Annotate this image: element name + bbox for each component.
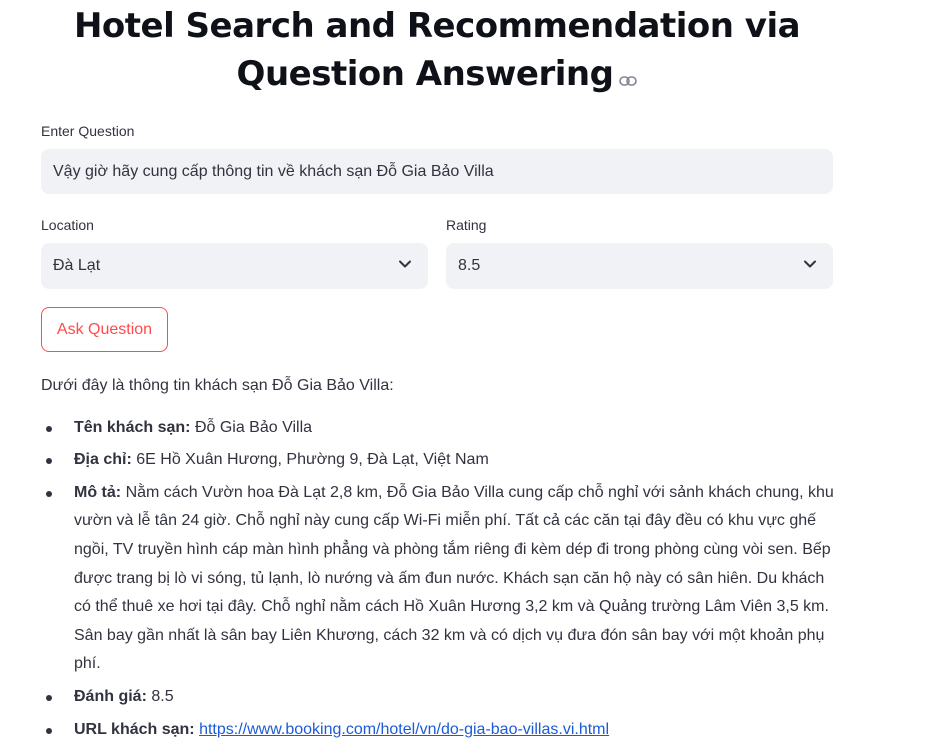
page-title: Hotel Search and Recommendation via Ques… [41,2,833,100]
hotel-url-link[interactable]: https://www.booking.com/hotel/vn/do-gia-… [199,721,609,738]
item-value: 6E Hồ Xuân Hương, Phường 9, Đà Lạt, Việt… [136,451,489,469]
answer-intro: Dưới đây là thông tin khách sạn Đỗ Gia B… [41,377,394,394]
item-key: Tên khách sạn: [74,418,191,436]
location-select-value: Đà Lạt [53,257,101,274]
location-select[interactable]: Đà Lạt [41,243,428,289]
page-title-line2: Question Answering [236,54,614,94]
list-item: Đánh giá: 8.5 [46,683,841,712]
link-icon[interactable] [619,52,638,100]
page-title-line1: Hotel Search and Recommendation via [73,6,801,46]
item-key: Mô tả: [74,483,122,501]
question-input-value: Vậy giờ hãy cung cấp thông tin về khách … [53,162,494,180]
item-key: URL khách sạn: [74,720,195,738]
item-key: Đánh giá: [74,687,147,705]
item-value: 8.5 [151,687,174,705]
chevron-down-icon [803,257,817,276]
ask-question-button[interactable]: Ask Question [41,307,168,352]
item-key: Địa chỉ: [74,451,132,469]
list-item: URL khách sạn: https://www.booking.com/h… [46,716,841,745]
item-value: Đỗ Gia Bảo Villa [194,418,313,436]
answer-block: Dưới đây là thông tin khách sạn Đỗ Gia B… [41,372,841,748]
rating-select[interactable]: 8.5 [446,243,833,289]
location-label: Location [41,217,94,233]
question-input[interactable]: Vậy giờ hãy cung cấp thông tin về khách … [41,149,833,194]
list-item: Địa chỉ: 6E Hồ Xuân Hương, Phường 9, Đà … [46,446,841,475]
list-item: Tên khách sạn: Đỗ Gia Bảo Villa [46,414,841,443]
answer-list: Tên khách sạn: Đỗ Gia Bảo Villa Địa chỉ:… [41,414,841,745]
list-item: Mô tả: Nằm cách Vườn hoa Đà Lạt 2,8 km, … [46,479,841,679]
question-label: Enter Question [41,123,135,139]
rating-select-value: 8.5 [458,257,481,274]
item-value: Nằm cách Vườn hoa Đà Lạt 2,8 km, Đỗ Gia … [74,483,834,673]
chevron-down-icon [398,257,412,276]
rating-label: Rating [446,217,487,233]
